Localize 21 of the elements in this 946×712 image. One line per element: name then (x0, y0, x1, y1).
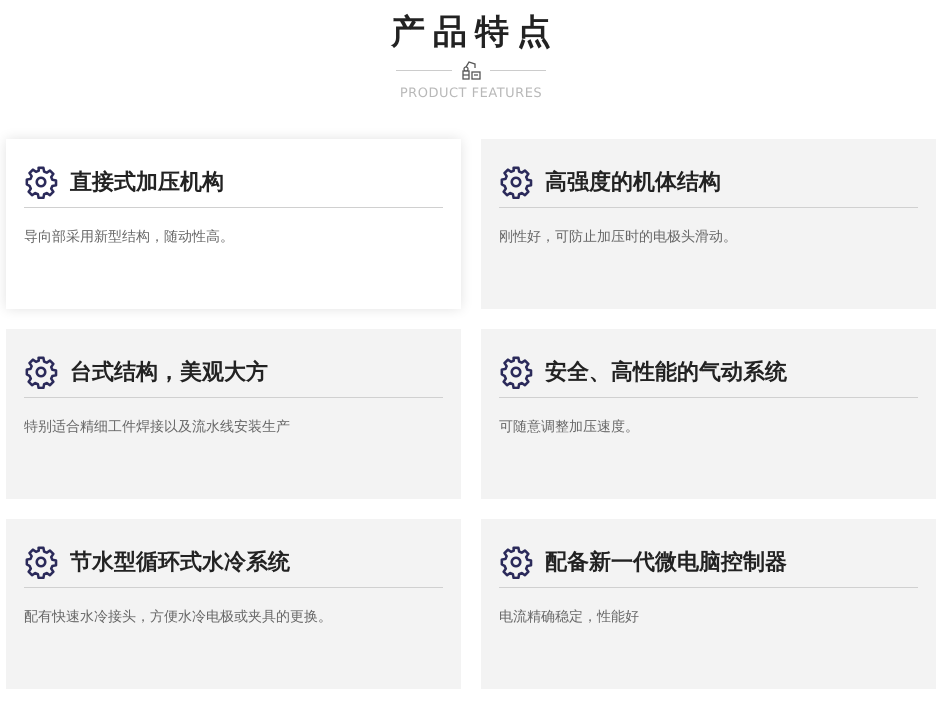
section-title: 产品特点 (390, 11, 559, 54)
feature-title: 直接式加压机构 (70, 169, 224, 197)
gear-icon (24, 545, 58, 579)
feature-description: 刚性好，可防止加压时的电极头滑动。 (499, 228, 738, 246)
feature-title: 高强度的机体结构 (545, 168, 721, 197)
robot-arm-icon (460, 60, 482, 80)
feature-title: 配备新一代微电脑控制器 (545, 549, 787, 577)
gear-icon (499, 165, 533, 199)
feature-description: 导向部采用新型结构，随动性高。 (24, 228, 235, 246)
feature-title: 台式结构，美观大方 (70, 358, 268, 387)
feature-title: 节水型循环式水冷系统 (70, 549, 290, 577)
feature-description: 特别适合精细工件焊接以及流水线安装生产 (24, 418, 291, 436)
gear-icon (499, 355, 533, 389)
feature-description: 配有快速水冷接头，方便水冷电极或夹具的更换。 (24, 608, 333, 626)
gear-icon (24, 355, 58, 389)
feature-title: 安全、高性能的气动系统 (545, 358, 787, 387)
feature-description: 可随意调整加压速度。 (499, 418, 640, 436)
section-subtitle: PRODUCT FEATURES (400, 86, 542, 101)
gear-icon (499, 545, 533, 579)
gear-icon (24, 165, 58, 199)
feature-description: 电流精确稳定，性能好 (499, 608, 640, 626)
